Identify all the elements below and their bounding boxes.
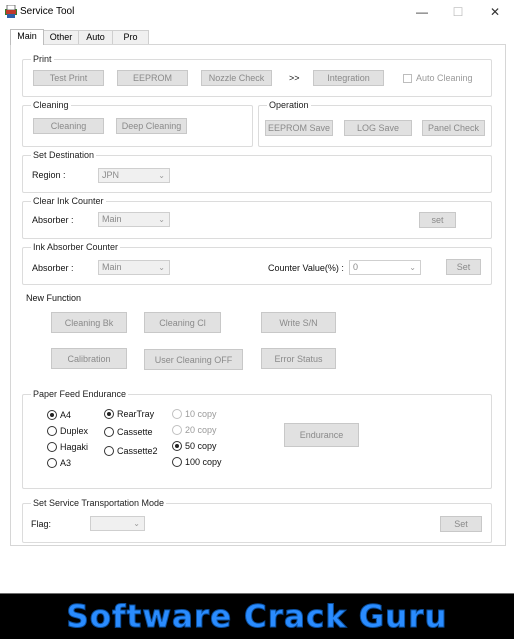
- counter-value-label: Counter Value(%) :: [268, 263, 344, 273]
- clear-ink-counter-label: Clear Ink Counter: [31, 195, 106, 207]
- transport-set-button[interactable]: Set: [440, 516, 482, 532]
- region-select[interactable]: JPN ⌄: [98, 168, 170, 183]
- clear-absorber-select[interactable]: Main ⌄: [98, 212, 170, 227]
- minimize-button[interactable]: —: [404, 0, 440, 24]
- absorber-select[interactable]: Main ⌄: [98, 260, 170, 275]
- size-radio-duplex[interactable]: [47, 426, 57, 436]
- tray-label-reartray: RearTray: [117, 409, 155, 419]
- cleaning-group: Cleaning Cleaning Deep Cleaning: [22, 99, 253, 147]
- flag-label: Flag:: [31, 519, 52, 529]
- tray-radio-cassette[interactable]: [104, 427, 114, 437]
- size-label-hagaki: Hagaki: [60, 442, 89, 452]
- tab-auto[interactable]: Auto: [78, 30, 113, 44]
- chevron-down-icon: ⌄: [133, 519, 140, 528]
- copy-radio-10[interactable]: [172, 409, 182, 419]
- set-destination-label: Set Destination: [31, 149, 97, 161]
- close-button[interactable]: ✕: [477, 0, 513, 24]
- watermark-banner: Software Crack Guru: [0, 594, 514, 639]
- clear-absorber-value: Main: [102, 214, 122, 224]
- ink-absorber-set-button[interactable]: Set: [446, 259, 481, 275]
- copy-label-50: 50 copy: [185, 441, 217, 451]
- title-bar: Service Tool — ☐ ✕: [0, 0, 514, 24]
- tray-radio-reartray[interactable]: [104, 409, 114, 419]
- user-cleaning-off-button[interactable]: User Cleaning OFF: [144, 349, 243, 370]
- print-group-label: Print: [31, 53, 54, 65]
- clear-absorber-label: Absorber :: [32, 215, 74, 225]
- clear-ink-counter-group: Clear Ink Counter Absorber : Main ⌄ set: [22, 195, 492, 239]
- ink-absorber-counter-label: Ink Absorber Counter: [31, 241, 121, 253]
- ink-absorber-counter-group: Ink Absorber Counter Absorber : Main ⌄ C…: [22, 241, 492, 285]
- paper-feed-endurance-label: Paper Feed Endurance: [31, 388, 129, 400]
- integration-button[interactable]: Integration: [313, 70, 384, 86]
- paper-feed-endurance-group: Paper Feed Endurance A4 Duplex Hagaki A3…: [22, 388, 492, 489]
- print-group: Print Test Print EEPROM Nozzle Check >> …: [22, 53, 492, 97]
- cleaning-button[interactable]: Cleaning: [33, 118, 104, 134]
- copy-label-10: 10 copy: [185, 409, 217, 419]
- new-function-label: New Function: [26, 293, 82, 303]
- window-title: Service Tool: [20, 6, 75, 17]
- copy-radio-50[interactable]: [172, 441, 182, 451]
- cleaning-group-label: Cleaning: [31, 99, 71, 111]
- region-value: JPN: [102, 170, 120, 180]
- endurance-button[interactable]: Endurance: [284, 423, 359, 447]
- set-destination-group: Set Destination Region : JPN ⌄: [22, 149, 492, 193]
- calibration-button[interactable]: Calibration: [51, 348, 127, 369]
- error-status-button[interactable]: Error Status: [261, 348, 336, 369]
- copy-radio-20[interactable]: [172, 425, 182, 435]
- chevron-down-icon: ⌄: [409, 263, 416, 272]
- tab-pro[interactable]: Pro: [112, 30, 149, 44]
- log-save-button[interactable]: LOG Save: [344, 120, 412, 136]
- cleaning-bk-button[interactable]: Cleaning Bk: [51, 312, 127, 333]
- transportation-mode-group: Set Service Transportation Mode Flag: ⌄ …: [22, 497, 492, 543]
- absorber-label: Absorber :: [32, 263, 74, 273]
- region-label: Region :: [32, 170, 66, 180]
- operation-group-label: Operation: [267, 99, 311, 111]
- size-radio-a4[interactable]: [47, 410, 57, 420]
- size-radio-a3[interactable]: [47, 458, 57, 468]
- chevron-down-icon: ⌄: [158, 215, 165, 224]
- tray-label-cassette: Cassette: [117, 427, 153, 437]
- transportation-mode-label: Set Service Transportation Mode: [31, 497, 167, 509]
- auto-cleaning-checkbox[interactable]: [403, 74, 412, 83]
- size-label-a3: A3: [60, 458, 72, 468]
- operation-group: Operation EEPROM Save LOG Save Panel Che…: [258, 99, 492, 147]
- flag-select[interactable]: ⌄: [90, 516, 145, 531]
- copy-label-100: 100 copy: [185, 457, 222, 467]
- main-tab-panel: Print Test Print EEPROM Nozzle Check >> …: [10, 44, 506, 546]
- tab-other[interactable]: Other: [43, 30, 79, 44]
- chevron-down-icon: ⌄: [158, 263, 165, 272]
- panel-check-button[interactable]: Panel Check: [422, 120, 485, 136]
- service-tool-window: Service Tool — ☐ ✕ Main Other Auto Pro P…: [0, 0, 514, 594]
- test-print-button[interactable]: Test Print: [33, 70, 104, 86]
- clear-ink-set-button[interactable]: set: [419, 212, 456, 228]
- absorber-value: Main: [102, 262, 122, 272]
- maximize-button[interactable]: ☐: [440, 0, 476, 24]
- write-sn-button[interactable]: Write S/N: [261, 312, 336, 333]
- tray-radio-cassette2[interactable]: [104, 446, 114, 456]
- chevron-down-icon: ⌄: [158, 171, 165, 180]
- deep-cleaning-button[interactable]: Deep Cleaning: [116, 118, 187, 134]
- nozzle-check-button[interactable]: Nozzle Check: [201, 70, 272, 86]
- auto-cleaning-label: Auto Cleaning: [416, 73, 473, 83]
- arrows-label: >>: [289, 73, 300, 83]
- size-radio-hagaki[interactable]: [47, 442, 57, 452]
- size-label-a4: A4: [60, 410, 72, 420]
- printer-app-icon: [5, 5, 17, 18]
- counter-value-select[interactable]: 0 ⌄: [349, 260, 421, 275]
- copy-label-20: 20 copy: [185, 425, 217, 435]
- eeprom-button[interactable]: EEPROM: [117, 70, 188, 86]
- copy-radio-100[interactable]: [172, 457, 182, 467]
- eeprom-save-button[interactable]: EEPROM Save: [265, 120, 333, 136]
- tray-label-cassette2: Cassette2: [117, 446, 158, 456]
- cleaning-cl-button[interactable]: Cleaning Cl: [144, 312, 221, 333]
- counter-value: 0: [353, 262, 359, 272]
- size-label-duplex: Duplex: [60, 426, 89, 436]
- tab-main[interactable]: Main: [10, 29, 44, 45]
